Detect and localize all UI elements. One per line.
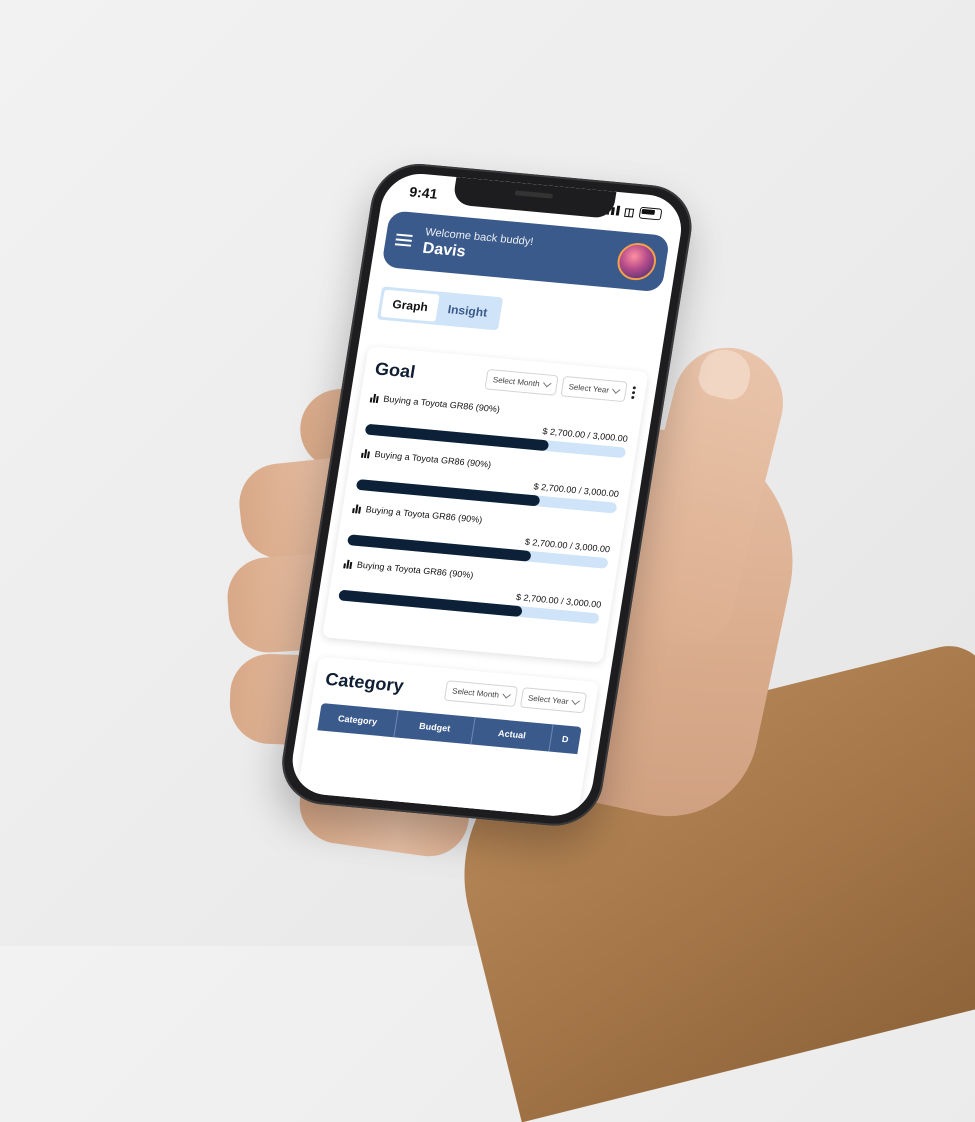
chevron-down-icon <box>612 385 621 394</box>
table-header-cell: Category <box>317 703 399 738</box>
goal-label: Buying a Toyota GR86 (90%) <box>365 504 484 525</box>
goal-label: Buying a Toyota GR86 (90%) <box>356 559 475 581</box>
goal-item[interactable]: Buying a Toyota GR86 (90%) $ 2,700.00 / 3… <box>355 448 623 514</box>
view-tabs: Graph Insight <box>376 286 503 331</box>
goal-list: Buying a Toyota GR86 (90%) $ 2,700.00 / 3… <box>338 393 631 625</box>
category-year-select[interactable]: Select Year <box>519 687 588 714</box>
tab-graph[interactable]: Graph <box>380 289 441 322</box>
more-options-icon[interactable] <box>631 386 637 400</box>
goal-month-select[interactable]: Select Month <box>484 368 559 396</box>
bar-chart-icon <box>343 559 353 569</box>
table-header-cell: Budget <box>394 710 477 745</box>
bar-chart-icon <box>369 393 379 403</box>
battery-icon <box>638 206 663 221</box>
chevron-down-icon <box>571 696 580 705</box>
bar-chart-icon <box>352 503 362 514</box>
category-month-select[interactable]: Select Month <box>443 680 518 707</box>
goal-label: Buying a Toyota GR86 (90%) <box>373 449 492 470</box>
goal-year-select[interactable]: Select Year <box>559 375 628 403</box>
goal-item[interactable]: Buying a Toyota GR86 (90%) $ 2,700.00 / 3… <box>364 393 632 459</box>
wifi-icon: ◫ <box>623 205 636 219</box>
app-header: Welcome back buddy! Davis <box>381 210 671 293</box>
menu-icon[interactable] <box>394 231 413 250</box>
goal-card: Goal Select Month Select Year Buying a T… <box>322 346 649 663</box>
chevron-down-icon <box>501 690 511 699</box>
status-time: 9:41 <box>408 183 439 202</box>
table-header-cell: Actual <box>471 717 554 752</box>
bar-chart-icon <box>360 448 371 458</box>
goal-item[interactable]: Buying a Toyota GR86 (90%) $ 2,700.00 / 3… <box>338 559 605 625</box>
goal-label: Buying a Toyota GR86 (90%) <box>382 393 501 415</box>
goal-item[interactable]: Buying a Toyota GR86 (90%) $ 2,700.00 / 3… <box>346 503 614 569</box>
tab-insight[interactable]: Insight <box>436 295 500 328</box>
table-header-cell: D <box>561 734 570 745</box>
avatar[interactable] <box>614 241 659 282</box>
category-table-header: Category Budget Actual D <box>317 703 582 755</box>
chevron-down-icon <box>542 379 552 388</box>
notch <box>452 177 617 219</box>
goal-title: Goal <box>373 358 417 382</box>
category-card: Category Select Month Select Year Catego… <box>294 656 599 820</box>
category-title: Category <box>323 669 406 696</box>
